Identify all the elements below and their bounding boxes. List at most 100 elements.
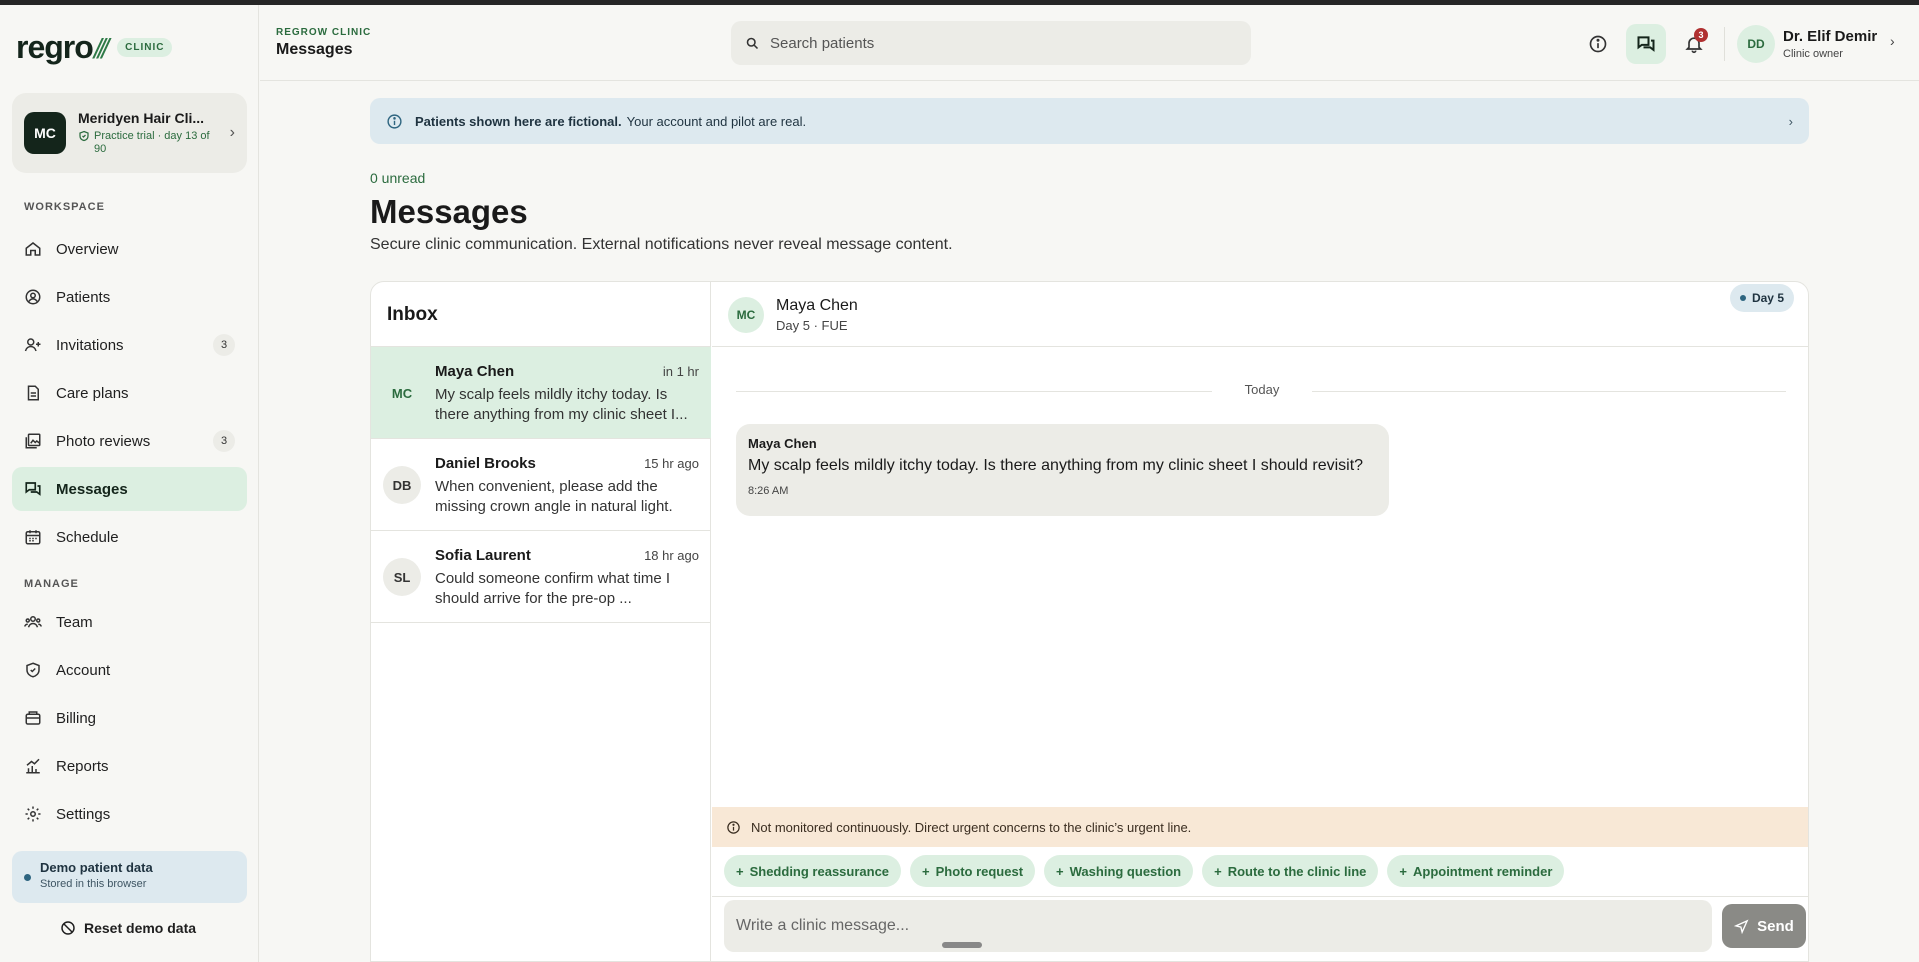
reset-demo-button[interactable]: Reset demo data <box>60 920 196 936</box>
notification-count: 3 <box>1694 28 1708 42</box>
sidebar-item-patients[interactable]: Patients <box>12 275 247 319</box>
shield-check-icon <box>79 130 89 142</box>
message-bubble: Maya Chen My scalp feels mildly itchy to… <box>736 424 1389 516</box>
shield-icon <box>24 661 42 679</box>
sidebar-item-schedule[interactable]: Schedule <box>12 515 247 559</box>
plus-icon: + <box>1214 863 1222 879</box>
page-subtitle: Secure clinic communication. External no… <box>370 236 953 253</box>
chart-icon <box>24 757 42 775</box>
conversation-item[interactable]: DB Daniel Brooks 15 hr ago When convenie… <box>371 439 711 531</box>
sidebar-item-overview[interactable]: Overview <box>12 227 247 271</box>
logo-text: regro/// <box>16 28 109 65</box>
notifications-button[interactable]: 3 <box>1674 24 1714 64</box>
inbox: Inbox MC Maya Chen in 1 hr My scalp feel… <box>371 282 711 961</box>
message-sender: Maya Chen <box>748 436 817 451</box>
resize-handle[interactable] <box>942 942 982 948</box>
info-icon <box>387 113 402 129</box>
invitations-badge: 3 <box>213 334 235 356</box>
day-badge: Day 5 <box>1729 284 1794 312</box>
chevron-right-icon[interactable]: › <box>1890 33 1895 49</box>
block-icon <box>61 921 75 935</box>
avatar: MC <box>728 297 764 333</box>
chevron-right-icon: › <box>1788 113 1793 129</box>
sidebar: regro/// CLINIC MC Meridyen Hair Cli... … <box>0 5 259 962</box>
demo-data-card: Demo patient data Stored in this browser <box>12 851 247 903</box>
chat-icon <box>24 480 42 498</box>
avatar: MC <box>383 374 421 412</box>
avatar: SL <box>383 558 421 596</box>
messages-button[interactable] <box>1626 24 1666 64</box>
sidebar-item-care-plans[interactable]: Care plans <box>12 371 247 415</box>
user-plus-icon <box>24 336 42 354</box>
divider <box>1724 27 1725 61</box>
conversation-name: Sofia Laurent <box>435 547 531 564</box>
org-name: Meridyen Hair Cli... <box>78 110 205 126</box>
wallet-icon <box>24 709 42 727</box>
plus-icon: + <box>1399 863 1407 879</box>
document-icon <box>24 384 42 402</box>
search-icon <box>746 37 759 49</box>
sidebar-item-billing[interactable]: Billing <box>12 696 247 740</box>
thread-patient-name[interactable]: Maya Chen <box>776 297 858 315</box>
team-icon <box>24 613 42 631</box>
info-button[interactable] <box>1578 24 1618 64</box>
conversation-time: 15 hr ago <box>644 456 699 471</box>
messages-panel: Inbox MC Maya Chen in 1 hr My scalp feel… <box>370 281 1809 962</box>
divider <box>712 896 1808 897</box>
sidebar-item-photo-reviews[interactable]: Photo reviews 3 <box>12 419 247 463</box>
thread-patient-sub: Day 5 · FUE <box>776 318 848 333</box>
workspace-section-label: WORKSPACE <box>24 201 105 213</box>
conversation-name: Daniel Brooks <box>435 455 536 472</box>
home-icon <box>24 240 42 258</box>
user-circle-icon <box>24 288 42 306</box>
message-input[interactable] <box>724 900 1712 952</box>
org-avatar: MC <box>24 112 66 154</box>
user-name[interactable]: Dr. Elif Demir <box>1783 28 1877 45</box>
avatar[interactable]: DD <box>1737 25 1775 63</box>
breadcrumb: REGROW CLINIC <box>276 27 372 38</box>
status-dot <box>1739 295 1746 301</box>
sidebar-item-team[interactable]: Team <box>12 600 247 644</box>
chat-icon <box>1637 36 1655 52</box>
plus-icon: + <box>922 863 930 879</box>
conversation-preview: Could someone confirm what time I should… <box>435 570 671 607</box>
conversation-item[interactable]: SL Sofia Laurent 18 hr ago Could someone… <box>371 531 711 623</box>
sidebar-item-reports[interactable]: Reports <box>12 744 247 788</box>
conversation-time: 18 hr ago <box>644 548 699 563</box>
message-text: My scalp feels mildly itchy today. Is th… <box>748 457 1364 474</box>
quick-replies: + Shedding reassurance + Photo request + Wa… <box>724 855 1565 887</box>
date-label: Today <box>1212 382 1312 397</box>
quick-reply-chip[interactable]: + Washing question <box>1044 855 1194 887</box>
fictional-patients-banner[interactable]: Patients shown here are fictional. Your … <box>370 98 1809 144</box>
gear-icon <box>24 805 42 823</box>
quick-reply-chip[interactable]: + Shedding reassurance <box>724 855 902 887</box>
conversation-preview: When convenient, please add the missing … <box>435 478 673 515</box>
sidebar-item-messages[interactable]: Messages <box>12 467 247 511</box>
images-icon <box>24 432 42 450</box>
send-button[interactable]: Send <box>1722 904 1806 948</box>
user-role: Clinic owner <box>1783 48 1843 60</box>
app-header: REGROW CLINIC Messages Search patients 3… <box>260 5 1919 81</box>
quick-reply-chip[interactable]: + Appointment reminder <box>1387 855 1565 887</box>
quick-reply-chip[interactable]: + Photo request <box>910 855 1036 887</box>
org-switcher[interactable]: MC Meridyen Hair Cli... Practice trial ·… <box>12 93 247 173</box>
photo-reviews-badge: 3 <box>213 430 235 452</box>
manage-section-label: MANAGE <box>24 578 79 590</box>
search-box[interactable]: Search patients <box>731 21 1251 65</box>
info-icon <box>1589 35 1607 53</box>
sidebar-item-settings[interactable]: Settings <box>12 792 247 836</box>
urgent-notice: Not monitored continuously. Direct urgen… <box>712 807 1808 847</box>
sidebar-item-invitations[interactable]: Invitations 3 <box>12 323 247 367</box>
header-title: Messages <box>276 41 353 58</box>
sidebar-item-account[interactable]: Account <box>12 648 247 692</box>
quick-reply-chip[interactable]: + Route to the clinic line <box>1202 855 1379 887</box>
plus-icon: + <box>1056 863 1064 879</box>
org-trial-status: Practice trial · day 13 of 90 <box>78 130 218 156</box>
inbox-title: Inbox <box>387 304 438 325</box>
chevron-right-icon: › <box>229 124 235 141</box>
search-input[interactable]: Search patients <box>770 35 874 52</box>
conversation-item[interactable]: MC Maya Chen in 1 hr My scalp feels mild… <box>371 347 711 439</box>
conversation-name: Maya Chen <box>435 363 515 380</box>
logo[interactable]: regro/// CLINIC <box>16 27 173 67</box>
plus-icon: + <box>736 863 744 879</box>
